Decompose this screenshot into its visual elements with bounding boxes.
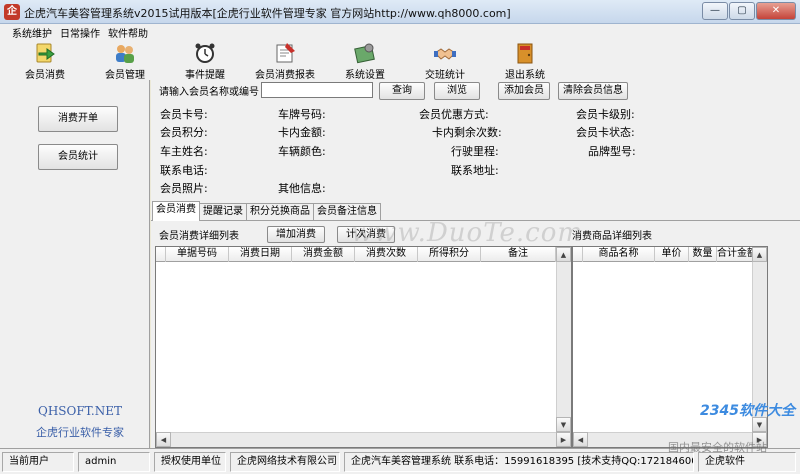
- corner-note: 国内最安全的软件站: [668, 441, 767, 454]
- consumption-horizontal-scrollbar[interactable]: ◀ ▶: [156, 432, 571, 447]
- consumption-grid-header: 单据号码 消费日期 消费金额 消费次数 所得积分 备注: [156, 247, 556, 262]
- menu-help[interactable]: 软件帮助: [108, 25, 148, 40]
- window-title: 企虎汽车美容管理系统v2015试用版本[企虎行业软件管理专家 官方网站http:…: [24, 7, 511, 20]
- field-discount: 会员优惠方式:: [419, 108, 489, 121]
- product-grid-header: 商品名称 单价 数量 合计金额: [573, 247, 753, 262]
- brand-slogan: 企虎行业软件专家: [36, 426, 124, 439]
- status-user: admin: [78, 452, 150, 472]
- scroll-up-arrow-icon[interactable]: ▲: [556, 247, 571, 262]
- field-plate-no: 车牌号码:: [278, 108, 326, 121]
- consumption-vertical-scrollbar[interactable]: ▲ ▼: [556, 247, 571, 432]
- menu-bar: 系统维护 日常操作 软件帮助: [0, 24, 800, 40]
- row-indicator-header: [573, 247, 583, 262]
- toolbar: 会员消费 会员管理 事件提醒 会员消费报表 系统设置 交班统计 退出系统: [0, 40, 800, 81]
- col-header-remark[interactable]: 备注: [481, 247, 556, 262]
- status-contact: 企虎汽车美容管理系统 联系电话：15991618395 [技术支持QQ:1721…: [344, 452, 694, 472]
- row-indicator-header: [156, 247, 166, 262]
- watermark: www.DuoTe.com: [351, 218, 584, 248]
- toolbar-shift-statistics[interactable]: 交班统计: [410, 40, 480, 81]
- toolbar-label: 退出系统: [505, 70, 545, 81]
- toolbar-system-settings[interactable]: 系统设置: [330, 40, 400, 81]
- member-search-input[interactable]: [261, 82, 373, 98]
- add-consumption-button[interactable]: 增加消费: [267, 226, 325, 243]
- add-member-button[interactable]: 添加会员: [498, 82, 550, 100]
- brand-website: QHSOFT.NET: [37, 404, 122, 418]
- field-address: 联系地址:: [451, 164, 499, 177]
- users-icon: [116, 45, 134, 63]
- toolbar-event-reminder[interactable]: 事件提醒: [170, 40, 240, 81]
- product-list-title: 消费商品详细列表: [572, 231, 652, 242]
- consumption-order-button[interactable]: 消费开单: [38, 106, 118, 132]
- field-mileage: 行驶里程:: [451, 145, 499, 158]
- field-brand-model: 品牌型号:: [588, 145, 636, 158]
- clear-member-button[interactable]: 清除会员信息: [558, 82, 628, 100]
- search-label: 请输入会员名称或编号: [159, 87, 259, 98]
- toolbar-consumption-report[interactable]: 会员消费报表: [250, 40, 320, 81]
- corner-logo: 2345软件大全: [700, 403, 795, 419]
- tab-points-exchange[interactable]: 积分兑换商品: [246, 203, 314, 220]
- col-header-points[interactable]: 所得积分: [418, 247, 481, 262]
- scroll-down-arrow-icon[interactable]: ▼: [556, 417, 571, 432]
- field-points: 会员积分:: [160, 126, 208, 139]
- close-button[interactable]: ✕: [756, 2, 796, 20]
- status-license-label: 授权使用单位: [154, 452, 226, 472]
- maximize-button[interactable]: ▢: [729, 2, 755, 20]
- window-controls: — ▢ ✕: [702, 2, 796, 20]
- tab-reminder-records[interactable]: 提醒记录: [199, 203, 247, 220]
- toolbar-label: 会员管理: [105, 70, 145, 81]
- col-header-times[interactable]: 消费次数: [355, 247, 418, 262]
- status-vendor: 企虎软件: [698, 452, 796, 472]
- menu-daily-operations[interactable]: 日常操作: [60, 25, 100, 40]
- main-content: 请输入会员名称或编号 查询 浏览 添加会员 清除会员信息 会员卡号: 车牌号码:…: [151, 80, 800, 448]
- col-header-product-name[interactable]: 商品名称: [583, 247, 655, 262]
- handshake-icon: [434, 48, 456, 60]
- toolbar-member-consumption[interactable]: 会员消费: [10, 40, 80, 81]
- field-photo: 会员照片:: [160, 182, 208, 195]
- scroll-right-arrow-icon[interactable]: ▶: [556, 432, 571, 447]
- alarm-clock-icon: [195, 43, 215, 63]
- toolbar-label: 系统设置: [345, 70, 385, 81]
- arrow-icon: [36, 43, 55, 63]
- col-header-receipt-no[interactable]: 单据号码: [166, 247, 229, 262]
- field-owner-name: 车主姓名:: [160, 145, 208, 158]
- col-header-total[interactable]: 合计金额: [717, 247, 753, 262]
- toolbar-label: 事件提醒: [185, 70, 225, 81]
- toolbar-member-management[interactable]: 会员管理: [90, 40, 160, 81]
- col-header-amount[interactable]: 消费金额: [292, 247, 355, 262]
- status-user-label: 当前用户: [2, 452, 74, 472]
- settings-icon: [354, 43, 375, 64]
- toolbar-exit-system[interactable]: 退出系统: [490, 40, 560, 81]
- title-bar: 企 企虎汽车美容管理系统v2015试用版本[企虎行业软件管理专家 官方网站htt…: [0, 0, 800, 24]
- toolbar-label: 会员消费报表: [255, 70, 315, 81]
- status-company: 企虎网络技术有限公司: [230, 452, 340, 472]
- scroll-left-arrow-icon[interactable]: ◀: [156, 432, 171, 447]
- browse-button[interactable]: 浏览: [434, 82, 480, 100]
- scroll-left-arrow-icon[interactable]: ◀: [573, 432, 588, 447]
- member-statistics-button[interactable]: 会员统计: [38, 144, 118, 170]
- tab-member-consumption[interactable]: 会员消费: [152, 201, 200, 221]
- col-header-date[interactable]: 消费日期: [229, 247, 292, 262]
- left-panel: 消费开单 会员统计 QHSOFT.NET 企虎行业软件专家: [0, 80, 150, 448]
- scroll-up-arrow-icon[interactable]: ▲: [752, 247, 767, 262]
- col-header-unit-price[interactable]: 单价: [655, 247, 689, 262]
- field-phone: 联系电话:: [160, 164, 208, 177]
- consumption-list-title: 会员消费详细列表: [159, 231, 239, 242]
- menu-system-maintenance[interactable]: 系统维护: [12, 25, 52, 40]
- field-car-color: 车辆颜色:: [278, 145, 326, 158]
- field-remaining-times: 卡内剩余次数:: [432, 126, 502, 139]
- col-header-quantity[interactable]: 数量: [689, 247, 717, 262]
- toolbar-label: 会员消费: [25, 70, 65, 81]
- minimize-button[interactable]: —: [702, 2, 728, 20]
- field-balance: 卡内金额:: [278, 126, 326, 139]
- field-card-status: 会员卡状态:: [576, 126, 635, 139]
- report-icon: [276, 43, 295, 63]
- exit-icon: [517, 43, 533, 64]
- toolbar-label: 交班统计: [425, 70, 465, 81]
- field-card-level: 会员卡级别:: [576, 108, 635, 121]
- consumption-grid[interactable]: 单据号码 消费日期 消费金额 消费次数 所得积分 备注 ▲ ▼ ◀ ▶: [155, 246, 572, 448]
- query-button[interactable]: 查询: [379, 82, 425, 100]
- field-other-info: 其他信息:: [278, 182, 326, 195]
- app-icon: 企: [4, 4, 20, 20]
- field-card-no: 会员卡号:: [160, 108, 208, 121]
